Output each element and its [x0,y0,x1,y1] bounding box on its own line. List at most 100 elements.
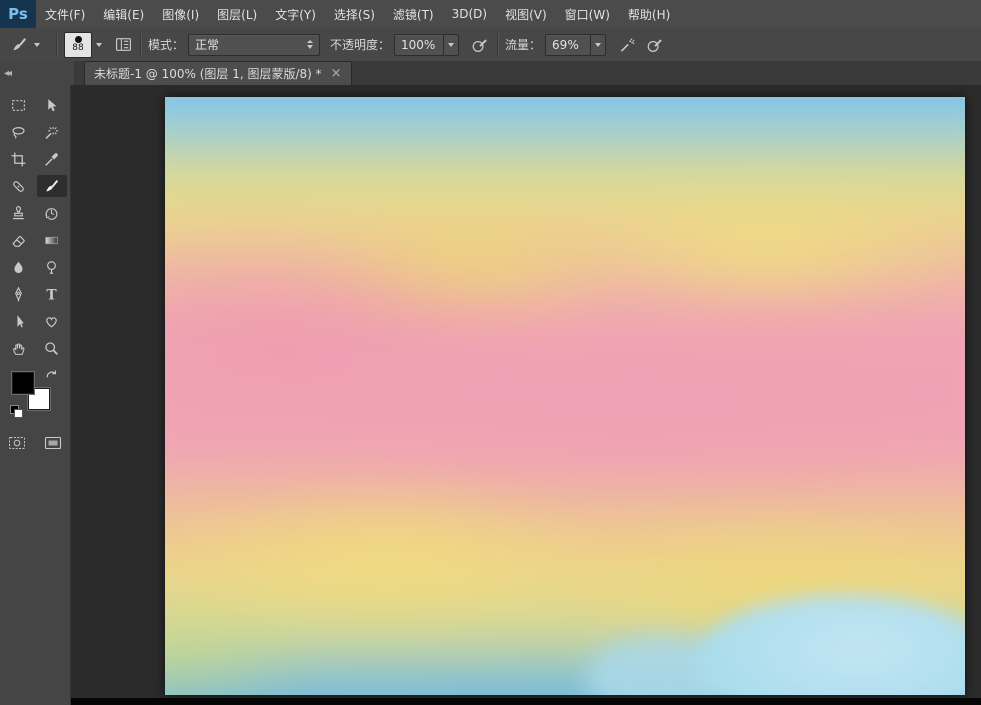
tool-brush[interactable] [36,175,67,197]
crop-icon [11,152,26,166]
opacity-label: 不透明度： [330,38,391,52]
close-tab-icon[interactable]: × [331,67,342,80]
blend-mode-dropdown[interactable]: 正常 [188,33,321,56]
svg-text:T: T [46,287,57,303]
magnifier-icon [45,341,58,355]
menu-type[interactable]: 文字(Y) [266,0,325,28]
tool-blur[interactable] [4,256,34,278]
chevron-down-icon [34,42,40,47]
pressure-size-toggle-button[interactable] [644,34,666,56]
tool-rectangular-marquee[interactable] [4,94,34,116]
brush-tip-preview: 88 [64,31,92,58]
tool-path-selection[interactable] [4,310,34,332]
divider [497,33,500,56]
menu-3d[interactable]: 3D(D) [443,0,496,28]
screen-mode-icon [44,436,62,450]
water-drop-icon [14,261,23,273]
opacity-value: 100% [401,37,436,52]
tool-eraser[interactable] [4,229,34,251]
photoshop-window: Ps 文件(F) 编辑(E) 图像(I) 图层(L) 文字(Y) 选择(S) 滤… [0,0,981,705]
menu-layer[interactable]: 图层(L) [208,0,266,28]
tools-panel: T [0,85,71,705]
canvas-document[interactable] [165,97,965,695]
menu-help[interactable]: 帮助(H) [619,0,679,28]
tool-history-brush[interactable] [37,202,67,224]
brush-tool-preset-icon [8,34,30,56]
collapse-panel-chevrons-icon[interactable]: ◂◂ [0,61,74,85]
window-bottom-edge [70,698,981,705]
toggle-brush-panel-button[interactable] [112,34,134,56]
flow-input[interactable]: 69% [545,33,592,56]
tool-lasso[interactable] [4,121,34,143]
mode-label: 模式： [148,38,185,52]
brush-size-value: 88 [72,43,84,53]
tool-zoom[interactable] [37,337,67,359]
rectangular-marquee-icon [12,99,25,111]
swap-colors-icon[interactable] [45,367,58,386]
updown-arrows-icon [307,40,314,49]
tool-preset-picker[interactable] [8,34,40,56]
document-tab-title: 未标题-1 @ 100% (图层 1, 图层蒙版/8) * [94,67,322,81]
menu-select[interactable]: 选择(S) [325,0,384,28]
document-tab-bar: ◂◂ 未标题-1 @ 100% (图层 1, 图层蒙版/8) * × [0,61,981,86]
chevron-down-icon [96,42,102,47]
tools-grid: T [0,85,70,359]
pen-icon [15,286,22,302]
healing-brush-icon [13,180,24,192]
blend-mode-value: 正常 [195,38,220,52]
brush-dot-icon [74,36,82,43]
dodge-icon [47,260,56,274]
menu-image[interactable]: 图像(I) [153,0,208,28]
flow-label: 流量： [505,38,542,52]
gradient-icon [45,236,58,244]
brush-icon [46,179,59,191]
tool-move[interactable] [37,94,67,116]
opacity-input[interactable]: 100% [394,33,445,56]
tool-quick-selection[interactable] [37,121,67,143]
type-tool-icon: T [46,287,57,303]
airbrush-toggle-button[interactable] [616,34,638,56]
hand-icon [13,342,25,355]
options-bar: 88 模式： 正常 不透明度： 100% 流量： 69% [0,28,981,62]
tool-crop[interactable] [4,148,34,170]
tool-pen[interactable] [4,283,34,305]
tool-gradient[interactable] [37,229,67,251]
foreground-color-swatch[interactable] [12,372,34,394]
path-selection-icon [17,314,24,327]
panel-bottom-buttons [0,433,70,453]
tool-clone-stamp[interactable] [4,202,34,224]
menu-filter[interactable]: 滤镜(T) [384,0,443,28]
menu-file[interactable]: 文件(F) [36,0,94,28]
tool-custom-shape[interactable] [37,310,67,332]
divider [56,33,58,56]
divider [140,33,142,56]
history-brush-icon [45,207,58,220]
flow-value: 69% [552,37,579,52]
document-tab[interactable]: 未标题-1 @ 100% (图层 1, 图层蒙版/8) * × [84,61,352,85]
menu-bar: Ps 文件(F) 编辑(E) 图像(I) 图层(L) 文字(Y) 选择(S) 滤… [0,0,981,29]
screen-mode-button[interactable] [41,433,65,453]
eyedropper-icon [45,152,58,166]
photoshop-logo: Ps [0,0,36,28]
clone-stamp-icon [13,205,24,219]
menu-window[interactable]: 窗口(W) [556,0,619,28]
color-swatches [10,367,58,419]
tool-hand[interactable] [4,337,34,359]
menu-view[interactable]: 视图(V) [496,0,556,28]
default-colors-icon[interactable] [10,405,23,418]
quick-mask-icon [9,437,25,449]
tool-spot-healing-brush[interactable] [4,175,34,197]
tool-type[interactable]: T [37,283,67,305]
custom-shape-icon [46,316,57,328]
eraser-icon [12,235,25,247]
move-tool-icon [48,98,57,111]
pressure-opacity-toggle-button[interactable] [469,34,491,56]
opacity-dropdown-button[interactable] [444,33,460,56]
brush-size-picker[interactable]: 88 [64,31,102,58]
menu-edit[interactable]: 编辑(E) [94,0,153,28]
tool-dodge[interactable] [37,256,67,278]
tool-eyedropper[interactable] [37,148,67,170]
quick-mask-button[interactable] [5,433,29,453]
magic-wand-icon [45,126,59,139]
flow-dropdown-button[interactable] [591,33,607,56]
